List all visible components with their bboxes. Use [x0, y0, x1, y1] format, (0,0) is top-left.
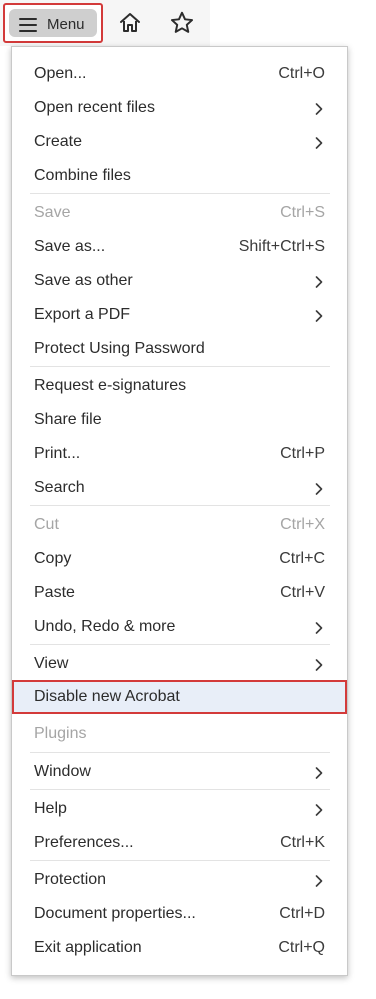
menu-item-label: Document properties...	[34, 905, 196, 922]
menu-item-shortcut: Ctrl+P	[280, 445, 325, 462]
menu-item-shortcut: Ctrl+D	[279, 905, 325, 922]
menu-item-preferences[interactable]: Preferences... Ctrl+K	[12, 826, 347, 860]
menu-item-label: Open...	[34, 65, 87, 82]
chevron-right-icon	[315, 482, 323, 495]
menu-item-search[interactable]: Search	[12, 471, 347, 505]
menu-separator	[30, 644, 330, 645]
menu-item-cut: Cut Ctrl+X	[12, 508, 347, 542]
home-icon[interactable]	[115, 8, 145, 38]
menu-item-create[interactable]: Create	[12, 125, 347, 159]
menu-item-label: Window	[34, 763, 91, 780]
menu-item-disable-new-acrobat[interactable]: Disable new Acrobat	[12, 680, 347, 714]
star-icon[interactable]	[167, 8, 197, 38]
menu-button[interactable]: Menu	[3, 3, 103, 43]
menu-item-protection[interactable]: Protection	[12, 863, 347, 897]
menu-item-shortcut: Ctrl+V	[280, 584, 325, 601]
main-menu-dropdown: Open... Ctrl+O Open recent files Create Comb…	[11, 46, 348, 976]
menu-item-label: Help	[34, 800, 67, 817]
menu-item-label: Paste	[34, 584, 75, 601]
menu-item-print[interactable]: Print... Ctrl+P	[12, 437, 347, 471]
chevron-right-icon	[315, 309, 323, 322]
menu-item-copy[interactable]: Copy Ctrl+C	[12, 542, 347, 576]
menu-separator	[30, 752, 330, 753]
menu-item-combine-files[interactable]: Combine files	[12, 159, 347, 193]
menu-item-label: Request e-signatures	[34, 377, 187, 394]
menu-item-label: Create	[34, 133, 83, 150]
menu-item-label: Open recent files	[34, 99, 155, 116]
menu-item-label: Combine files	[34, 167, 131, 184]
menu-item-help[interactable]: Help	[12, 792, 347, 826]
menu-item-shortcut: Shift+Ctrl+S	[238, 238, 325, 255]
menu-button-label: Menu	[47, 16, 85, 33]
menu-separator	[30, 860, 330, 861]
chevron-right-icon	[315, 874, 323, 887]
menu-item-save-as-other[interactable]: Save as other	[12, 264, 347, 298]
top-toolbar: Menu	[0, 0, 376, 46]
menu-item-export-a-pdf[interactable]: Export a PDF	[12, 298, 347, 332]
menu-item-label: Plugins	[34, 725, 87, 742]
hamburger-icon	[19, 18, 37, 32]
menu-item-shortcut: Ctrl+K	[280, 834, 325, 851]
menu-item-label: Save as other	[34, 272, 133, 289]
menu-item-label: View	[34, 655, 69, 672]
menu-item-label: Copy	[34, 550, 72, 567]
menu-item-label: Save as...	[34, 238, 106, 255]
menu-item-share-file[interactable]: Share file	[12, 403, 347, 437]
chevron-right-icon	[315, 766, 323, 779]
menu-item-label: Undo, Redo & more	[34, 618, 176, 635]
menu-item-open[interactable]: Open... Ctrl+O	[12, 57, 347, 91]
menu-item-label: Preferences...	[34, 834, 134, 851]
menu-item-label: Search	[34, 479, 85, 496]
menu-separator	[30, 789, 330, 790]
menu-item-label: Protect Using Password	[34, 340, 205, 357]
chevron-right-icon	[315, 275, 323, 288]
menu-item-shortcut: Ctrl+O	[278, 65, 325, 82]
menu-item-label: Share file	[34, 411, 102, 428]
menu-item-plugins: Plugins	[12, 717, 347, 751]
menu-item-label: Export a PDF	[34, 306, 131, 323]
menu-separator	[30, 193, 330, 194]
menu-item-view[interactable]: View	[12, 647, 347, 681]
chevron-right-icon	[315, 803, 323, 816]
chevron-right-icon	[315, 136, 323, 149]
menu-item-undo-redo-more[interactable]: Undo, Redo & more	[12, 610, 347, 644]
menu-separator	[30, 366, 330, 367]
menu-item-label: Exit application	[34, 939, 142, 956]
chevron-right-icon	[315, 621, 323, 634]
menu-item-label: Print...	[34, 445, 81, 462]
menu-button-face[interactable]: Menu	[9, 9, 97, 37]
menu-item-label: Disable new Acrobat	[34, 688, 180, 705]
menu-item-document-properties[interactable]: Document properties... Ctrl+D	[12, 897, 347, 931]
menu-item-shortcut: Ctrl+X	[280, 516, 325, 533]
menu-item-label: Protection	[34, 871, 107, 888]
menu-item-exit-application[interactable]: Exit application Ctrl+Q	[12, 931, 347, 965]
menu-item-shortcut: Ctrl+C	[279, 550, 325, 567]
toolbar-right-area	[210, 0, 376, 46]
menu-item-protect-using-password[interactable]: Protect Using Password	[12, 332, 347, 366]
chevron-right-icon	[315, 102, 323, 115]
menu-item-save: Save Ctrl+S	[12, 196, 347, 230]
menu-item-shortcut: Ctrl+Q	[278, 939, 325, 956]
menu-item-paste[interactable]: Paste Ctrl+V	[12, 576, 347, 610]
menu-item-window[interactable]: Window	[12, 755, 347, 789]
menu-item-shortcut: Ctrl+S	[280, 204, 325, 221]
menu-item-request-e-signatures[interactable]: Request e-signatures	[12, 369, 347, 403]
menu-item-open-recent-files[interactable]: Open recent files	[12, 91, 347, 125]
menu-item-label: Save	[34, 204, 71, 221]
menu-item-save-as[interactable]: Save as... Shift+Ctrl+S	[12, 230, 347, 264]
chevron-right-icon	[315, 658, 323, 671]
menu-item-label: Cut	[34, 516, 59, 533]
menu-separator	[30, 505, 330, 506]
